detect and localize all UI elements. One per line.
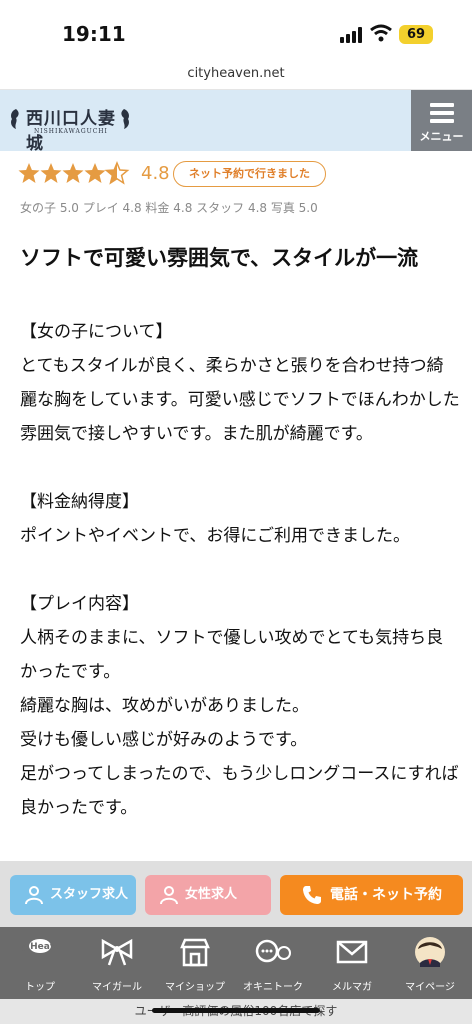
tab-mail-magazine[interactable]: メルマガ [312,927,392,999]
section-heading-price: 【料金納得度】 [20,492,139,512]
tab-my-shop[interactable]: マイショップ [155,927,235,999]
hamburger-icon [430,103,454,123]
person-icon [160,886,178,905]
call-reserve-label: 電話・ネット予約 [330,887,442,903]
tab-label: トップ [25,982,55,993]
battery-icon: 69 [399,25,433,44]
review-text: 受けも優しい感じが好みのようです。 [20,730,308,750]
lion-left-icon [11,109,19,129]
rating-score: 4.8 [141,163,170,184]
shop-logo[interactable]: 西川口人妻城 NISHIKAWAGUCHI [8,98,132,154]
my-heaven-icon: my Heaven [22,939,58,953]
bottom-tab-bar: my Heaven トップ マイガール マイショップ オキニトーク [0,927,472,999]
review-text: とてもスタイルが良く、柔らかさと張りを合わせ持つ綺麗な胸をしています。可愛い感じ… [20,356,460,444]
tab-label: マイガール [92,982,142,993]
person-icon [25,886,43,905]
site-header: 西川口人妻城 NISHIKAWAGUCHI メニュー [0,90,472,154]
section-heading-girl: 【女の子について】 [20,322,173,342]
female-recruit-button[interactable]: 女性求人 [145,875,271,915]
star-icon [40,163,62,183]
review-text: 足がつってしまったので、もう少しロングコースにすれば良かったです。 [20,764,459,818]
tab-my-girl[interactable]: マイガール [77,927,157,999]
star-icon [84,163,106,183]
section-heading-play: 【プレイ内容】 [20,594,139,614]
star-icon [18,163,40,183]
star-icon [62,163,84,183]
tab-okini-talk[interactable]: オキニトーク [233,927,313,999]
chat-icon [255,939,291,963]
tab-my-page[interactable]: マイページ [390,927,470,999]
tab-label: メルマガ [332,982,372,993]
home-indicator [152,1008,320,1013]
review-text: 人柄そのままに、ソフトで優しい攻めでとても気持ち良かったです。 [20,628,444,682]
status-bar: 19:11 69 [0,0,472,62]
tab-label: マイページ [405,982,455,993]
address-bar[interactable]: cityheaven.net [0,62,472,90]
tab-top[interactable]: my Heaven トップ [0,927,80,999]
ribbon-icon [101,938,133,966]
call-reserve-button[interactable]: 電話・ネット予約 [280,875,463,915]
action-bar: スタッフ求人 女性求人 電話・ネット予約 [0,861,472,927]
status-time: 19:11 [62,22,126,46]
review-headline: ソフトで可愛い雰囲気で、スタイルが一流 [20,246,419,270]
wifi-icon [370,24,392,42]
staff-recruit-button[interactable]: スタッフ求人 [10,875,136,915]
url-text: cityheaven.net [187,66,285,81]
half-star-icon [105,162,129,184]
logo-subtitle: NISHIKAWAGUCHI [34,128,108,135]
avatar-icon [415,937,445,967]
phone-icon [303,886,321,904]
menu-button[interactable]: メニュー [411,90,472,151]
star-rating [18,162,129,184]
review-text: 綺麗な胸は、攻めがいがありました。 [20,696,309,716]
review-body: 【女の子について】 とてもスタイルが良く、柔らかさと張りを合わせ持つ綺麗な胸をし… [20,315,460,825]
review-text: ポイントやイベントで、お得にご利用できました。 [20,526,410,546]
shop-icon [180,938,210,967]
my-heaven-logo-text: my Heaven [22,942,58,952]
female-recruit-label: 女性求人 [185,887,238,902]
sub-scores: 女の子 5.0 プレイ 4.8 料金 4.8 スタッフ 4.8 写真 5.0 [20,201,318,215]
cellular-signal-icon [340,27,362,43]
mail-icon [336,940,368,964]
tab-label: オキニトーク [243,982,303,993]
net-reservation-badge: ネット予約で行きました [173,161,326,187]
lion-right-icon [121,109,129,129]
menu-label: メニュー [419,130,464,143]
tab-label: マイショップ [165,982,225,993]
staff-recruit-label: スタッフ求人 [50,887,129,902]
